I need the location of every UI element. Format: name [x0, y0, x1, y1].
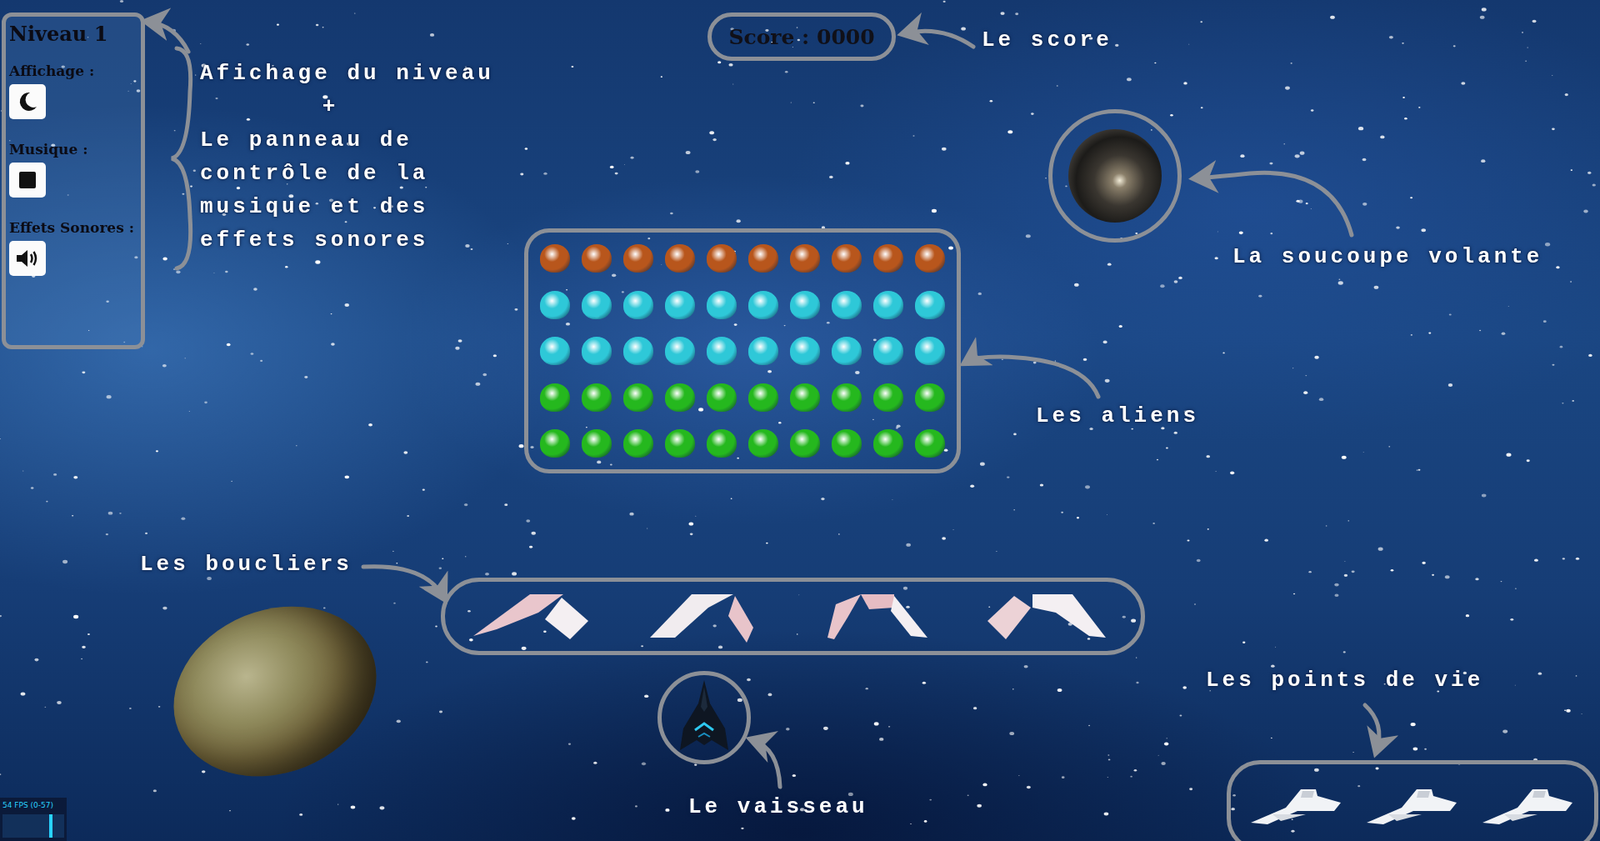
alien: [581, 336, 612, 365]
speaker-icon: [15, 247, 40, 270]
alien: [790, 244, 820, 273]
alien-row: [540, 244, 945, 273]
alien-grid: [524, 228, 961, 474]
alien: [623, 290, 654, 320]
alien: [873, 290, 904, 320]
fps-graph: [2, 814, 65, 838]
annotation-line: Le panneau de: [200, 123, 495, 157]
alien: [748, 429, 779, 458]
score-annotation: Le score: [981, 27, 1113, 54]
music-button[interactable]: [9, 162, 46, 198]
fps-meter: 54 FPS (0-57): [0, 797, 67, 841]
alien: [790, 336, 820, 365]
alien: [831, 244, 862, 273]
alien: [748, 290, 779, 320]
alien: [748, 383, 779, 412]
flying-saucer: [1048, 109, 1182, 243]
control-label: Effets Sonores :: [9, 219, 138, 236]
alien: [665, 290, 695, 320]
saucer-icon: [1068, 129, 1162, 223]
alien: [581, 290, 612, 320]
annotation-title: Afichage du niveau: [200, 56, 495, 90]
alien: [581, 244, 612, 273]
alien: [706, 383, 737, 412]
shield: [467, 587, 610, 646]
alien: [915, 336, 945, 365]
alien: [873, 383, 904, 412]
alien: [623, 244, 654, 273]
annotation-line: effets sonores: [200, 223, 495, 257]
saucer-annotation: La soucoupe volante: [1232, 244, 1543, 270]
alien: [665, 336, 695, 365]
shield: [976, 587, 1119, 646]
alien: [915, 429, 945, 458]
alien: [540, 336, 570, 365]
alien: [706, 429, 737, 458]
annotation-joiner: +: [200, 90, 495, 124]
control-panel: Niveau 1 Affichage : Musique : Effets Sonor…: [1, 12, 145, 350]
life-ship-icon: [1247, 777, 1346, 830]
annotation-line: contrôle de la: [200, 156, 495, 190]
alien-row: [540, 290, 945, 320]
alien-row: [540, 429, 945, 458]
alien-row: [540, 383, 945, 412]
alien: [665, 429, 695, 458]
control-label: Musique :: [9, 140, 138, 158]
control-label: Affichage :: [9, 62, 138, 80]
alien: [540, 383, 570, 412]
alien: [665, 383, 695, 412]
alien: [706, 244, 737, 273]
fps-text: 54 FPS (0-57): [2, 800, 65, 810]
sound-button[interactable]: [9, 240, 46, 276]
alien: [873, 244, 904, 273]
moon-icon: [15, 90, 40, 114]
life-ship-icon: [1363, 777, 1462, 830]
alien: [540, 244, 570, 273]
alien: [790, 429, 820, 458]
alien: [665, 244, 695, 273]
alien: [706, 336, 737, 365]
alien: [748, 336, 779, 365]
alien: [623, 336, 654, 365]
life-ship-icon: [1479, 777, 1578, 830]
annotation-line: musique et des: [200, 190, 495, 224]
shield: [806, 587, 949, 646]
panel-annotation: Afichage du niveau+Le panneau decontrôle…: [200, 56, 495, 257]
alien: [915, 290, 945, 320]
theme-button[interactable]: [9, 84, 46, 120]
player-ship[interactable]: [657, 670, 751, 765]
shields-annotation: Les boucliers: [140, 551, 353, 578]
stop-icon: [17, 170, 38, 190]
alien: [915, 244, 945, 273]
alien: [540, 429, 570, 458]
alien: [748, 244, 779, 273]
alien: [581, 429, 612, 458]
fps-graph-fill: [49, 814, 53, 838]
lives-display: [1226, 760, 1599, 841]
annotation-arrows: [0, 0, 1600, 841]
alien: [831, 429, 862, 458]
alien: [706, 290, 737, 320]
alien: [623, 429, 654, 458]
shield: [637, 587, 780, 646]
alien: [540, 290, 570, 320]
lives-annotation: Les points de vie: [1205, 667, 1484, 694]
alien-row: [540, 336, 945, 365]
alien: [623, 383, 654, 412]
spaceship-icon: [675, 678, 734, 757]
alien: [581, 383, 612, 412]
level-label: Niveau 1: [9, 21, 138, 46]
alien: [873, 429, 904, 458]
shield-row: [440, 577, 1145, 655]
alien: [790, 290, 820, 320]
score-display: Score : 0000: [707, 12, 896, 61]
alien: [831, 290, 862, 320]
alien: [831, 383, 862, 412]
aliens-annotation: Les aliens: [1035, 403, 1200, 430]
ship-annotation: Le vaisseau: [688, 794, 869, 820]
alien: [831, 336, 862, 365]
alien: [915, 383, 945, 412]
alien: [790, 383, 820, 412]
alien: [873, 336, 904, 365]
